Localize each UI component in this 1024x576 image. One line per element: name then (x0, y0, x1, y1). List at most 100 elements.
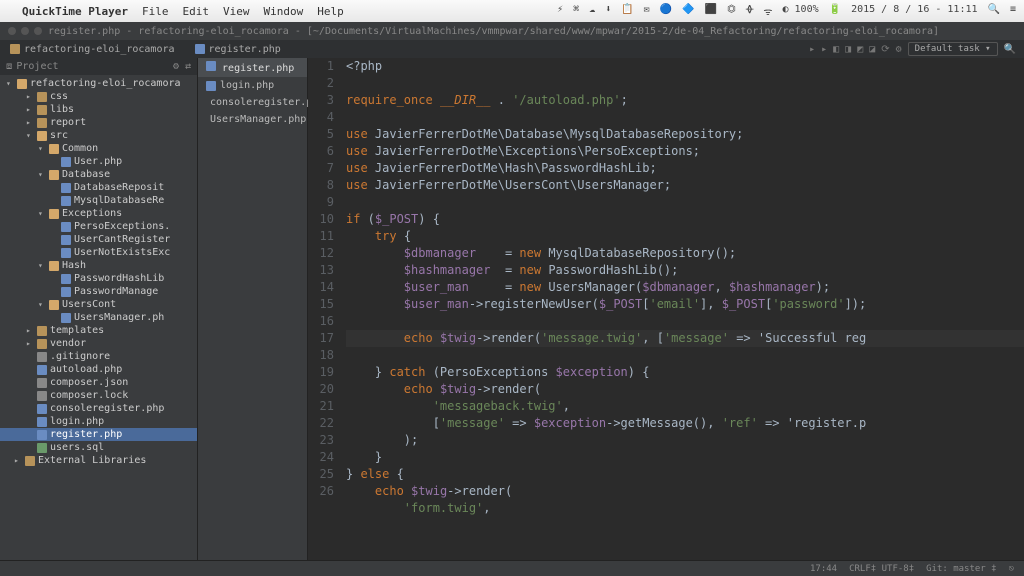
tree-item[interactable]: MysqlDatabaseRe (0, 194, 197, 207)
open-files-panel: register.php login.phpconsoleregister.ph… (198, 58, 308, 560)
line-gutter: 1234567891011121314151617181920212223242… (308, 58, 342, 560)
php-icon (195, 44, 205, 54)
maximize-icon[interactable] (34, 27, 42, 35)
menubar-status-icon[interactable]: ᯤ (763, 4, 772, 18)
tree-item[interactable]: autoload.php (0, 363, 197, 376)
menubar-status-icon[interactable]: ⬛ (705, 4, 717, 18)
tree-item[interactable]: register.php (0, 428, 197, 441)
folder-icon (37, 339, 47, 349)
folder-icon (10, 44, 20, 54)
code-editor[interactable]: 1234567891011121314151617181920212223242… (308, 58, 1024, 560)
tree-item[interactable]: PasswordManage (0, 285, 197, 298)
folder-icon (37, 92, 47, 102)
tree-item[interactable]: DatabaseReposit (0, 181, 197, 194)
menubar-status-icon[interactable]: ☁ (589, 4, 595, 18)
toolbar-icon[interactable]: ▸ (809, 44, 815, 55)
menu-help[interactable]: Help (317, 5, 344, 18)
tree-item[interactable]: ▸libs (0, 103, 197, 116)
menubar-status-icon[interactable]: 🔷 (682, 4, 694, 18)
tree-item[interactable]: ▸css (0, 90, 197, 103)
tree-item[interactable]: login.php (0, 415, 197, 428)
folder-icon (37, 118, 47, 128)
tree-item[interactable]: ▾Exceptions (0, 207, 197, 220)
tree-item[interactable]: .gitignore (0, 350, 197, 363)
tree-item[interactable]: users.sql (0, 441, 197, 454)
menubar-status-icon[interactable]: ⏣ (727, 4, 736, 18)
menu-view[interactable]: View (223, 5, 250, 18)
tree-item[interactable]: PasswordHashLib (0, 272, 197, 285)
project-root[interactable]: ▾ refactoring-eloi_rocamora (0, 77, 197, 90)
menubar-status-icon[interactable]: ◐ 100% (783, 4, 819, 18)
tree-item[interactable]: ▸vendor (0, 337, 197, 350)
toolbar-icon[interactable]: ◩ (857, 44, 863, 55)
menubar-status-icon[interactable]: 2015 / 8 / 16 - 11:11 (851, 4, 977, 18)
project-panel-header[interactable]: ⧈Project⚙ ⇄ (0, 58, 197, 75)
code-content[interactable]: <?php require_once __DIR__ . '/autoload.… (342, 58, 1024, 560)
toolbar-icon[interactable]: ◪ (869, 44, 875, 55)
menu-edit[interactable]: Edit (182, 5, 209, 18)
toolbar-icon[interactable]: ⟳ (881, 44, 889, 55)
editor-tab-active[interactable]: register.php (198, 58, 307, 77)
folder-o-icon (49, 170, 59, 180)
window-controls[interactable] (8, 27, 42, 35)
tree-item[interactable]: User.php (0, 155, 197, 168)
menubar-status-icon[interactable]: ≡ (1010, 4, 1016, 18)
menubar-status-icon[interactable]: ⌘ (573, 4, 579, 18)
tree-item[interactable]: UserCantRegister (0, 233, 197, 246)
menubar-status-icon[interactable]: ᚖ (746, 4, 754, 18)
toolbar-icon[interactable]: ▸ (821, 44, 827, 55)
tree-item[interactable]: UserNotExistsExc (0, 246, 197, 259)
search-icon[interactable]: 🔍 (1004, 44, 1016, 55)
tree-item[interactable]: ▾UsersCont (0, 298, 197, 311)
menu-file[interactable]: File (142, 5, 169, 18)
git-branch[interactable]: Git: master ‡ (926, 564, 996, 574)
php-icon (61, 196, 71, 206)
close-icon[interactable] (8, 27, 16, 35)
open-file-item[interactable]: consoleregister.php (198, 94, 307, 111)
php-icon (37, 417, 47, 427)
menubar-status-icon[interactable]: 🔍 (988, 4, 1000, 18)
menubar-status-icon[interactable]: 🔋 (829, 4, 841, 18)
breadcrumb-root[interactable]: refactoring-eloi_rocamora (0, 42, 185, 57)
open-file-item[interactable]: login.php (198, 77, 307, 94)
tree-item[interactable]: ▸report (0, 116, 197, 129)
menubar-status-icon[interactable]: ⚡ (557, 4, 563, 18)
menubar-status-icon[interactable]: ✉ (644, 4, 650, 18)
toolbar-icon[interactable]: ◨ (845, 44, 851, 55)
menubar-status-icon[interactable]: 🔵 (660, 4, 672, 18)
tree-item[interactable]: ▾Database (0, 168, 197, 181)
tree-item[interactable]: composer.lock (0, 389, 197, 402)
tree-item[interactable]: ▾Hash (0, 259, 197, 272)
encoding[interactable]: CRLF‡ UTF-8‡ (849, 564, 914, 574)
tree-item[interactable]: consoleregister.php (0, 402, 197, 415)
menu-window[interactable]: Window (263, 5, 303, 18)
folder-o-icon (49, 261, 59, 271)
tree-item[interactable]: ▾Common (0, 142, 197, 155)
php-icon (61, 274, 71, 284)
tree-item[interactable]: ▾src (0, 129, 197, 142)
menubar-status-icon[interactable]: ⬇ (605, 4, 611, 18)
php-icon (61, 222, 71, 232)
tree-item[interactable]: PersoExceptions. (0, 220, 197, 233)
tree-item[interactable]: composer.json (0, 376, 197, 389)
toolbar-icon[interactable]: ⚙ (896, 44, 902, 55)
breadcrumb-file[interactable]: register.php (185, 42, 291, 57)
open-file-item[interactable]: UsersManager.php (198, 111, 307, 128)
tree-item[interactable]: ▸External Libraries (0, 454, 197, 467)
minimize-icon[interactable] (21, 27, 29, 35)
toolbar-icon[interactable]: ◧ (833, 44, 839, 55)
tree-item[interactable]: ▸templates (0, 324, 197, 337)
app-name[interactable]: QuickTime Player (22, 5, 128, 18)
menubar-status-icon[interactable]: 📋 (621, 4, 633, 18)
php-icon (37, 365, 47, 375)
caret-position[interactable]: 17:44 (810, 564, 837, 574)
json-icon (37, 391, 47, 401)
folder-o-icon (37, 131, 47, 141)
tree-item[interactable]: UsersManager.ph (0, 311, 197, 324)
folder-o-icon (49, 300, 59, 310)
lock-icon[interactable]: ⎋ (1009, 564, 1014, 574)
task-dropdown[interactable]: Default task ▾ (908, 42, 998, 56)
window-title: register.php - refactoring-eloi_rocamora… (48, 26, 939, 37)
folder-icon (25, 456, 35, 466)
folder-o-icon (49, 209, 59, 219)
